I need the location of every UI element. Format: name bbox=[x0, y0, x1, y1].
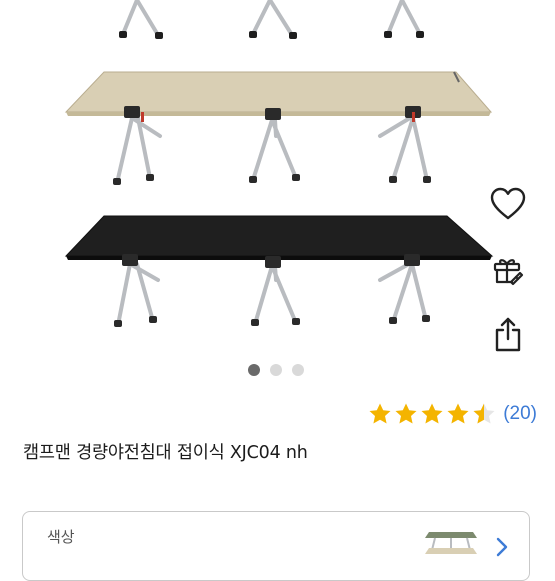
tan-cot bbox=[64, 71, 493, 185]
option-label: 색상 bbox=[47, 528, 75, 546]
gift-icon bbox=[493, 259, 524, 286]
share-button[interactable] bbox=[486, 312, 530, 356]
review-count-link[interactable]: (20) bbox=[503, 403, 537, 425]
product-image-gallery[interactable] bbox=[0, 0, 555, 355]
star-full-icon bbox=[369, 403, 391, 424]
pagination-dot[interactable] bbox=[270, 364, 282, 376]
heart-icon bbox=[490, 187, 526, 220]
star-half-icon bbox=[473, 403, 495, 424]
gift-button[interactable] bbox=[486, 248, 530, 292]
star-full-icon bbox=[421, 403, 443, 424]
gallery-pagination bbox=[248, 364, 304, 376]
star-full-icon bbox=[395, 403, 417, 424]
wishlist-button[interactable] bbox=[486, 182, 530, 226]
pagination-dot[interactable] bbox=[292, 364, 304, 376]
color-option-selector[interactable]: 색상 bbox=[22, 511, 530, 581]
product-title: 캠프맨 경량야전침대 접이식 XJC04 nh bbox=[23, 443, 308, 463]
product-image bbox=[64, 0, 494, 327]
black-cot bbox=[64, 215, 494, 327]
star-full-icon bbox=[447, 403, 469, 424]
top-cot-legs bbox=[121, 0, 422, 37]
option-thumbnail bbox=[425, 532, 477, 554]
share-icon bbox=[495, 317, 521, 352]
pagination-dot-active[interactable] bbox=[248, 364, 260, 376]
product-rating[interactable]: (20) bbox=[368, 402, 537, 426]
